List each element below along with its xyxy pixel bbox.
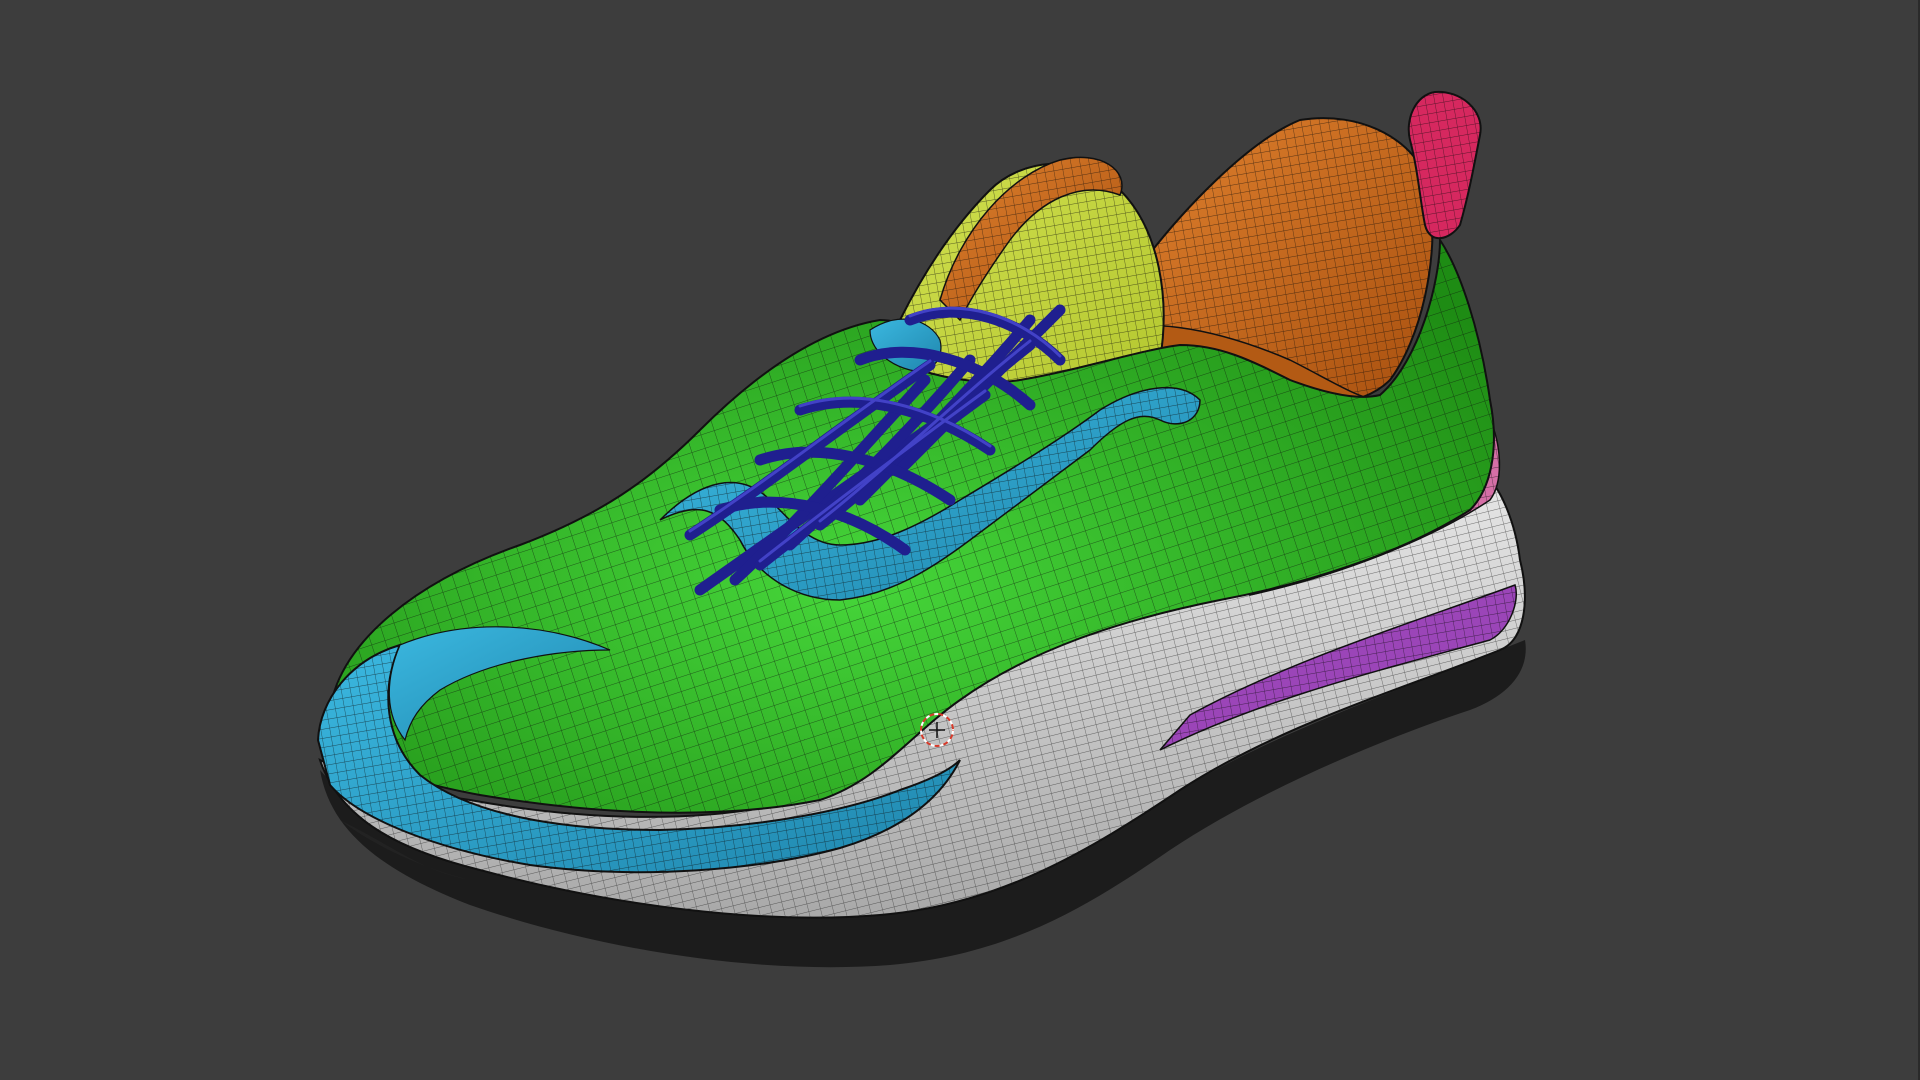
shoe-model-render[interactable] bbox=[0, 0, 1920, 1080]
3d-viewport[interactable] bbox=[0, 0, 1920, 1080]
